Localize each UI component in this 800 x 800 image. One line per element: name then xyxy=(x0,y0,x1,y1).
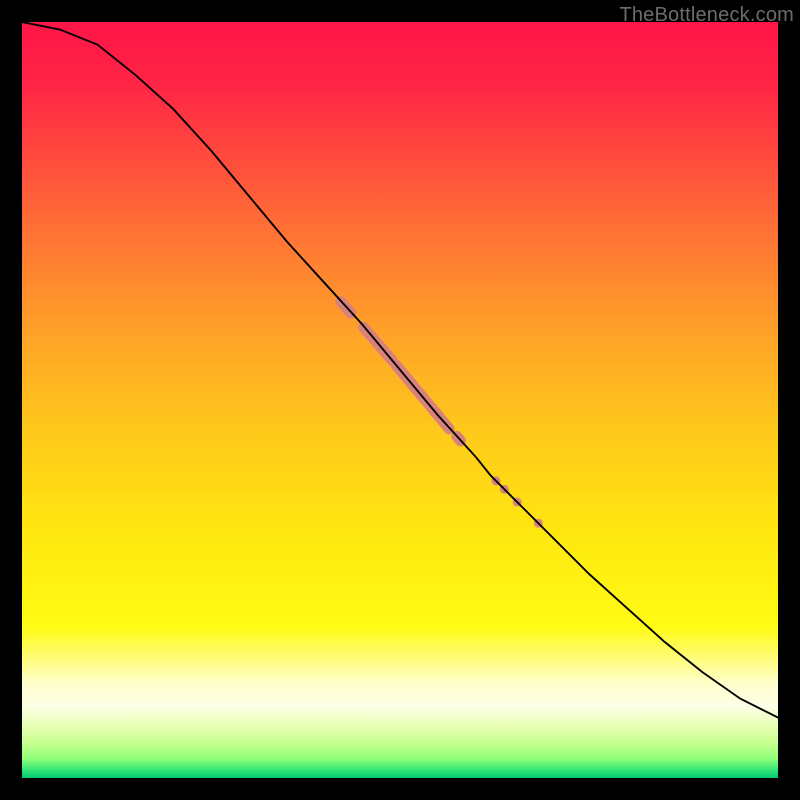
chart-stage: TheBottleneck.com xyxy=(0,0,800,800)
chart-overlay xyxy=(22,22,778,778)
watermark-text: TheBottleneck.com xyxy=(619,4,794,27)
chart-plot-area xyxy=(22,22,778,778)
data-curve xyxy=(22,22,778,718)
